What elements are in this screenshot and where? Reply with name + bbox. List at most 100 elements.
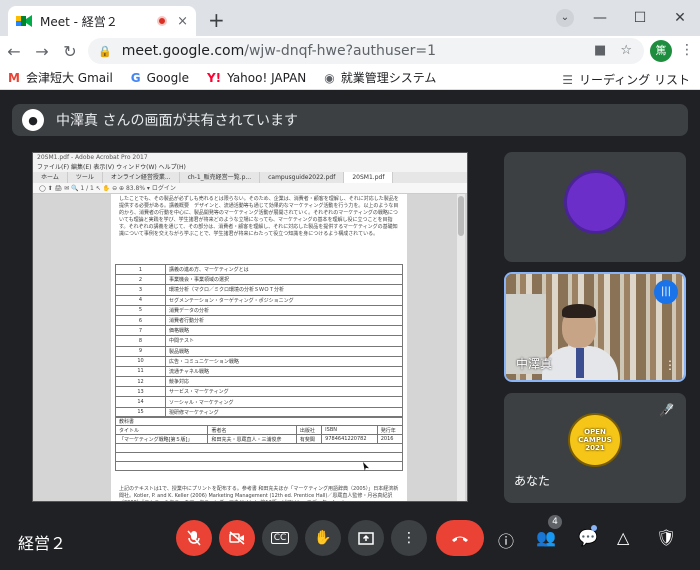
close-window-button[interactable]: ✕	[660, 10, 700, 26]
pdf-tab: ホーム	[33, 172, 68, 183]
leave-call-button[interactable]	[436, 520, 484, 556]
textbook-empty-row	[115, 452, 403, 462]
lesson-topic: 事業機会・事業領域の選択	[165, 274, 403, 286]
lesson-topic: サービス・マーケティング	[165, 386, 403, 398]
pdf-tab: ch-1_販売経営一覧.p...	[180, 172, 261, 183]
bookmark-attendance[interactable]: ◉ 就業管理システム	[324, 69, 436, 86]
textbook-col: 出版社	[295, 425, 323, 435]
people-icon[interactable]: 👥	[536, 528, 556, 547]
lesson-number: 12	[115, 376, 166, 388]
yahoo-icon: Y!	[206, 70, 222, 85]
chat-notification-dot	[591, 525, 597, 531]
more-options-button[interactable]: ⋮	[391, 520, 427, 556]
url-host: meet.google.com	[121, 43, 245, 59]
shared-screen: 20SM1.pdf - Adobe Acrobat Pro 2017 ファイル(…	[32, 152, 468, 502]
globe-icon: ◉	[324, 70, 335, 85]
lesson-number: 5	[115, 304, 166, 316]
textbook-col: 著者名	[207, 425, 297, 435]
camera-toggle-button[interactable]	[219, 520, 255, 556]
bookmark-yahoo[interactable]: Y! Yahoo! JAPAN	[207, 71, 306, 85]
participant-tile-presenter[interactable]: ||| 中澤真 ⋮	[504, 272, 686, 382]
browser-menu-icon[interactable]: ⋮	[680, 42, 694, 58]
textbook-cell: 2016	[376, 434, 404, 444]
reading-list-label: リーディング リスト	[579, 73, 690, 87]
bookmark-star-icon[interactable]: ☆	[620, 43, 632, 58]
badge-line: OPEN	[584, 428, 606, 436]
participant-tile-self[interactable]: 🎤̸ OPEN CAMPUS 2021 あなた	[504, 393, 686, 503]
maximize-button[interactable]: ☐	[620, 10, 660, 26]
banner-text: 中澤真 さんの画面が共有されています	[56, 113, 299, 129]
lesson-number: 14	[115, 396, 166, 408]
tab-search-icon[interactable]: ⌄	[556, 9, 574, 27]
textbook-cell: 有斐閣	[295, 434, 323, 444]
mic-toggle-button[interactable]	[176, 520, 212, 556]
pdf-toolbar: ◯ ⬆ 🖨 ✉ 🔍 1 / 1 ↖ ✋ ⊖ ⊕ 83.8% ▾ ログイン	[33, 183, 467, 194]
more-options-icon[interactable]: ⋮	[664, 358, 676, 372]
lesson-table: 1 講義の進め方、マーケティングとは 2 事業機会・事業領域の選択 3 環境分析（マクロ／…	[115, 263, 403, 418]
captions-icon: CC	[270, 532, 290, 544]
host-controls-icon[interactable]: 🛡	[656, 528, 676, 547]
recording-indicator-icon	[157, 16, 168, 26]
browser-toolbar: ← → ↻ 🔒 meet.google.com/wjw-dnqf-hwe?aut…	[0, 36, 700, 66]
forward-button[interactable]: →	[28, 42, 56, 61]
open-campus-badge-icon: OPEN CAMPUS 2021	[568, 413, 622, 467]
raise-hand-button[interactable]: ✋	[305, 520, 341, 556]
lesson-row: 14 ソーシャル・マーケティング	[115, 396, 403, 408]
present-screen-button[interactable]	[348, 520, 384, 556]
google-icon: G	[130, 70, 141, 85]
lesson-number: 8	[115, 335, 166, 347]
presenter-avatar-icon: ●	[22, 109, 44, 131]
pdf-tab: オンライン経営授業...	[103, 172, 180, 183]
lesson-number: 10	[115, 355, 166, 367]
textbook-empty-row	[115, 461, 403, 471]
badge-line: CAMPUS	[578, 436, 612, 444]
meeting-details-icon[interactable]: ⓘ	[498, 528, 514, 552]
lesson-number: 2	[115, 274, 166, 286]
browser-tab-meet[interactable]: Meet - 経営２ ×	[8, 6, 196, 36]
lesson-number: 6	[115, 314, 166, 327]
lesson-topic: 消費者行動分析	[165, 314, 403, 327]
bookmark-label: 就業管理システム	[340, 71, 437, 85]
activities-icon[interactable]: △	[617, 528, 629, 547]
lesson-number: 9	[115, 345, 166, 357]
textbook-table: 教科書 タイトル 著者名 出版社 ISBN 発行年 「マーケティング戦略[第５版…	[114, 416, 404, 471]
textbook-col: ISBN	[321, 425, 378, 435]
pdf-tab: campusguide2022.pdf	[260, 172, 345, 183]
new-tab-button[interactable]: +	[208, 8, 225, 32]
tab-close-icon[interactable]: ×	[177, 14, 188, 29]
lesson-number: 3	[115, 284, 166, 296]
bookmark-gmail[interactable]: M 会津短大 Gmail	[8, 69, 113, 86]
meeting-name: 経営２	[18, 534, 67, 553]
omnibox-icons: ■ ☆	[594, 43, 632, 58]
lesson-number: 4	[115, 294, 166, 306]
presenter-name: 中澤真	[516, 357, 553, 371]
person-tie	[576, 348, 584, 378]
participant-tile-avatar[interactable]	[504, 152, 686, 262]
bookmark-google[interactable]: G Google	[131, 71, 189, 85]
lesson-topic: 環境分析（マクロ／ミクロ環境の分析ＳＷＯＴ分析	[165, 284, 403, 296]
meet-favicon-icon	[16, 15, 32, 27]
screen-share-banner: ● 中澤真 さんの画面が共有されています	[12, 104, 688, 136]
pdf-tab: ツール	[68, 172, 103, 183]
mic-off-icon	[187, 530, 201, 546]
minimize-button[interactable]: —	[580, 10, 620, 26]
reading-list-icon: ☰	[562, 72, 574, 87]
lesson-topic: 競争対応	[165, 376, 403, 388]
textbook-cell: 和田充夫・恩蔵直人・三浦俊彦	[207, 434, 297, 444]
reading-list-button[interactable]: ☰ リーディング リスト	[562, 71, 690, 88]
present-icon	[358, 531, 374, 545]
profile-avatar[interactable]: 篤	[650, 40, 672, 62]
gmail-icon: M	[8, 70, 20, 85]
captions-button[interactable]: CC	[262, 520, 298, 556]
badge-line: 2021	[585, 444, 605, 452]
reload-button[interactable]: ↻	[56, 42, 84, 61]
back-button[interactable]: ←	[0, 42, 28, 61]
bookmark-label: 会津短大 Gmail	[25, 71, 113, 85]
address-bar[interactable]: 🔒 meet.google.com/wjw-dnqf-hwe?authuser=…	[88, 38, 644, 64]
url-path: /wjw-dnqf-hwe?authuser=1	[244, 43, 437, 59]
lesson-row: 1 講義の進め方、マーケティングとは	[115, 263, 403, 276]
lesson-row: 2 事業機会・事業領域の選択	[115, 274, 403, 286]
lesson-number: 1	[115, 263, 166, 276]
lesson-topic: 講義の進め方、マーケティングとは	[165, 263, 403, 276]
camera-icon[interactable]: ■	[594, 43, 606, 58]
